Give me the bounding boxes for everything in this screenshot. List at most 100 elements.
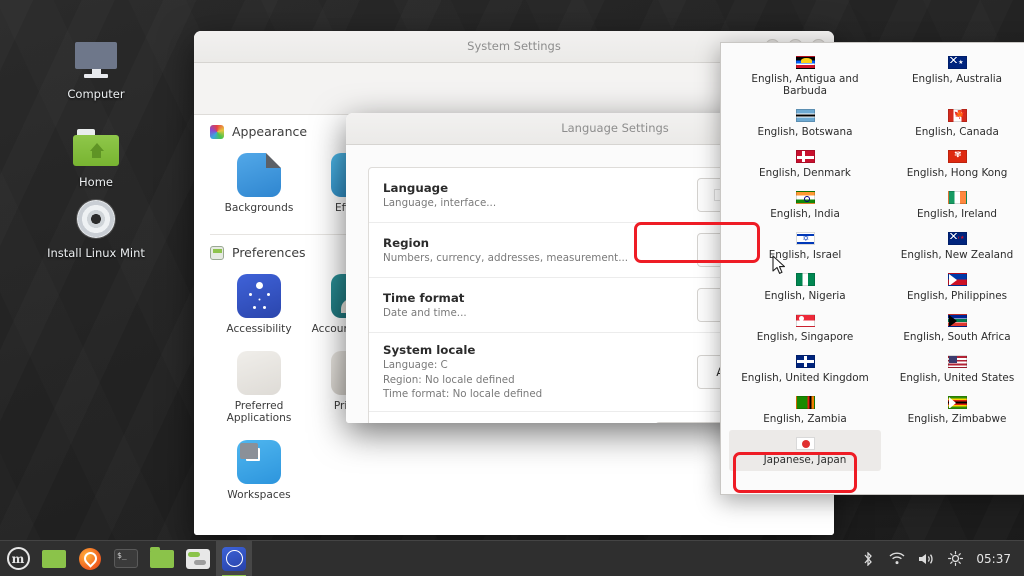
terminal-button[interactable] [108, 541, 144, 576]
zw-flag-icon [883, 395, 1024, 409]
locale-item-english-zimbabwe[interactable]: English, Zimbabwe [881, 389, 1024, 430]
locale-item-label: English, Singapore [756, 331, 854, 343]
firefox-icon [79, 547, 101, 570]
settings-item-preferred-applications[interactable]: Preferred Applications [212, 345, 306, 434]
green-square-icon [42, 549, 66, 568]
settings-item-workspaces[interactable]: Workspaces [212, 434, 306, 511]
locale-item-label: English, Canada [915, 126, 999, 138]
locale-item-label: Japanese, Japan [763, 454, 847, 466]
locale-item-english-israel[interactable]: English, Israel [729, 225, 881, 266]
jp-flag-icon [731, 436, 879, 450]
settings-item-accessibility[interactable]: Accessibility [212, 268, 306, 345]
locale-item-english-nigeria[interactable]: English, Nigeria [729, 266, 881, 307]
locale-item-english-zambia[interactable]: English, Zambia [729, 389, 881, 430]
desktop-icon-label: Install Linux Mint [47, 246, 145, 260]
taskbar-launchers: m [0, 540, 252, 576]
language-globe-icon [222, 546, 246, 571]
locale-item-label: English, New Zealand [900, 249, 1014, 261]
home-folder-icon [41, 124, 151, 172]
desktop-icon-label: Computer [67, 87, 125, 101]
locale-item-english-australia[interactable]: English, Australia [881, 49, 1024, 102]
install-disc-icon [41, 195, 151, 243]
appearance-icon [210, 124, 224, 139]
locale-item-label: English, Ireland [916, 208, 998, 220]
row-title: Language [383, 180, 449, 195]
computer-icon [41, 36, 151, 84]
preferred-applications-icon [237, 351, 281, 395]
il-flag-icon [731, 231, 879, 245]
brightness-icon[interactable] [947, 551, 963, 567]
menu-button[interactable]: m [0, 541, 36, 576]
locale-dropdown-popup: English, Antigua and Barbuda English, Aus… [720, 42, 1024, 495]
mint-logo-icon: m [6, 547, 30, 570]
row-description: Numbers, currency, addresses, measuremen… [383, 251, 629, 264]
locale-item-label: English, Nigeria [764, 290, 846, 302]
row-description: Language, interface... [383, 196, 497, 209]
ca-flag-icon [883, 108, 1024, 122]
locale-item-label: English, United Kingdom [741, 372, 869, 384]
desktop-icon-computer[interactable]: Computer [41, 36, 151, 101]
locale-item-label: English, Australia [911, 73, 1003, 85]
backgrounds-icon [237, 153, 281, 197]
ph-flag-icon [883, 272, 1024, 286]
locale-item-english-hong-kong[interactable]: English, Hong Kong [881, 143, 1024, 184]
update-manager-icon [186, 548, 210, 569]
locale-item-english-united-kingdom[interactable]: English, United Kingdom [729, 348, 881, 389]
preferences-icon [210, 245, 224, 260]
locale-item-label: English, India [770, 208, 840, 220]
firefox-button[interactable] [72, 541, 108, 576]
row-title: Region [383, 235, 430, 250]
row-description-line-3: Time format: No locale defined [383, 388, 543, 400]
us-flag-icon [883, 354, 1024, 368]
locale-item-english-botswana[interactable]: English, Botswana [729, 102, 881, 143]
desktop-icon-home[interactable]: Home [41, 124, 151, 189]
language-settings-button[interactable] [216, 540, 252, 576]
locale-item-label: English, Botswana [757, 126, 853, 138]
update-manager-button[interactable] [180, 541, 216, 576]
section-title: Preferences [232, 245, 306, 260]
locale-item-label: English, Israel [768, 249, 842, 261]
bw-flag-icon [731, 108, 879, 122]
ng-flag-icon [731, 272, 879, 286]
locale-dropdown-grid: English, Antigua and Barbuda English, Aus… [721, 43, 1024, 471]
bluetooth-icon[interactable] [860, 551, 876, 567]
row-description-line-2: Region: No locale defined [383, 373, 515, 386]
settings-item-label: Preferred Applications [226, 400, 292, 424]
settings-item-backgrounds[interactable]: Backgrounds [212, 147, 306, 224]
locale-item-english-philippines[interactable]: English, Philippines [881, 266, 1024, 307]
locale-item-label: English, Denmark [759, 167, 851, 179]
clock[interactable]: 05:37 [976, 552, 1011, 566]
locale-item-english-canada[interactable]: English, Canada [881, 102, 1024, 143]
locale-item-japanese-japan[interactable]: Japanese, Japan [729, 430, 881, 471]
taskbar-tray: 05:37 [860, 551, 1024, 567]
zm-flag-icon [731, 395, 879, 409]
ie-flag-icon [883, 190, 1024, 204]
za-flag-icon [883, 313, 1024, 327]
locale-item-english-antigua-and-barbuda[interactable]: English, Antigua and Barbuda [729, 49, 881, 102]
volume-icon[interactable] [918, 551, 934, 567]
sg-flag-icon [731, 313, 879, 327]
locale-item-english-new-zealand[interactable]: English, New Zealand [881, 225, 1024, 266]
locale-item-english-ireland[interactable]: English, Ireland [881, 184, 1024, 225]
screen: Computer Home Install Linux Mint System … [0, 0, 1024, 576]
mouse-cursor [772, 255, 786, 274]
locale-item-label: English, Philippines [906, 290, 1008, 302]
row-description-line-1: Language: C [383, 359, 448, 371]
locale-item-english-denmark[interactable]: English, Denmark [729, 143, 881, 184]
desktop-icon-install-linux-mint[interactable]: Install Linux Mint [41, 195, 151, 260]
show-desktop-button[interactable] [36, 541, 72, 576]
in-flag-icon [731, 190, 879, 204]
locale-item-label: English, Antigua and Barbuda [751, 73, 859, 97]
network-icon[interactable] [889, 551, 905, 567]
locale-item-label: English, Zimbabwe [907, 413, 1007, 425]
nz-flag-icon [883, 231, 1024, 245]
accessibility-icon [237, 274, 281, 318]
locale-item-english-singapore[interactable]: English, Singapore [729, 307, 881, 348]
gb-flag-icon [731, 354, 879, 368]
locale-item-english-india[interactable]: English, India [729, 184, 881, 225]
row-title: Time format [383, 290, 465, 305]
locale-item-english-south-africa[interactable]: English, South Africa [881, 307, 1024, 348]
workspaces-icon [237, 440, 281, 484]
locale-item-english-united-states[interactable]: English, United States [881, 348, 1024, 389]
files-button[interactable] [144, 541, 180, 576]
